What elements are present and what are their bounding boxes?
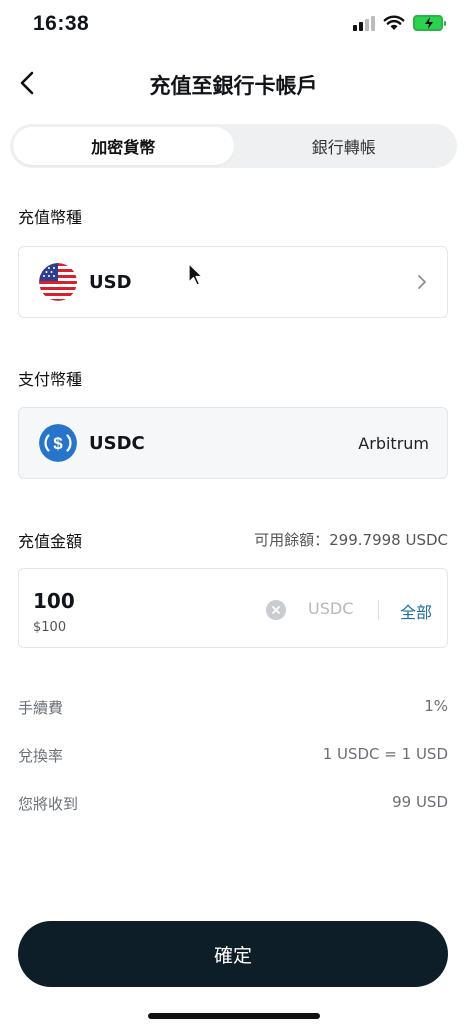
home-indicator xyxy=(148,1013,320,1019)
close-icon xyxy=(272,606,280,614)
amount-label: 充值金額 xyxy=(18,532,83,551)
pay-currency-label: 支付幣種 xyxy=(18,370,83,389)
divider xyxy=(378,600,379,620)
fee-value: 1% xyxy=(424,697,448,715)
fee-label: 手續費 xyxy=(18,699,64,717)
usdc-icon: $ xyxy=(39,424,77,462)
battery-charging-icon xyxy=(413,15,446,31)
tab-crypto[interactable]: 加密貨幣 xyxy=(13,127,234,165)
status-icons xyxy=(353,15,446,31)
max-all-button[interactable]: 全部 xyxy=(400,599,432,623)
deposit-currency-select[interactable]: USD xyxy=(18,246,448,318)
network-name: Arbitrum xyxy=(358,433,429,453)
deposit-currency-label: 充值幣種 xyxy=(18,208,83,227)
amount-fiat-value: $100 xyxy=(33,620,67,635)
available-balance: 可用餘額：299.7998 USDC xyxy=(254,531,448,549)
receive-row: 您將收到 99 USD xyxy=(18,793,448,814)
fee-row: 手續費 1% xyxy=(18,697,448,718)
page-title: 充值至銀行卡帳戶 xyxy=(149,74,318,98)
receive-label: 您將收到 xyxy=(18,795,79,813)
confirm-button[interactable]: 確定 xyxy=(18,921,448,987)
page-header: 充值至銀行卡帳戶 xyxy=(0,58,467,108)
status-bar: 16:38 xyxy=(0,0,467,50)
deposit-currency-code: USD xyxy=(89,271,132,293)
cellular-signal-icon xyxy=(353,15,375,31)
mouse-cursor-icon xyxy=(188,263,203,286)
clear-button[interactable] xyxy=(266,600,286,620)
pay-currency-code: USDC xyxy=(89,432,145,454)
tab-bar: 加密貨幣 銀行轉帳 xyxy=(10,124,457,168)
amount-unit: USDC xyxy=(308,599,354,618)
tab-bank-transfer[interactable]: 銀行轉帳 xyxy=(234,127,455,165)
svg-text:$: $ xyxy=(53,434,63,453)
wifi-icon xyxy=(383,15,405,30)
amount-input-box[interactable]: 100 $100 USDC 全部 xyxy=(18,568,448,648)
exchange-rate-label: 兌換率 xyxy=(18,747,64,765)
us-flag-icon xyxy=(39,263,77,301)
exchange-rate-value: 1 USDC = 1 USD xyxy=(322,745,448,763)
receive-value: 99 USD xyxy=(392,793,448,811)
status-time: 16:38 xyxy=(33,12,90,35)
pay-currency-field: $ USDC Arbitrum xyxy=(18,407,448,479)
exchange-rate-row: 兌換率 1 USDC = 1 USD xyxy=(18,745,448,766)
chevron-right-icon xyxy=(418,275,426,289)
amount-input[interactable]: 100 xyxy=(33,589,75,613)
